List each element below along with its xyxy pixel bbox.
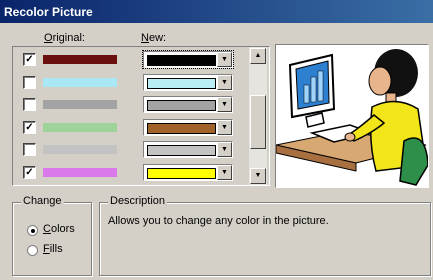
color-row: ▼ [13,94,249,116]
original-color-swatch [43,100,117,109]
recolor-checkbox[interactable]: ✓ [23,120,36,134]
change-group: Change Colors Fills [12,195,92,276]
change-legend: Change [21,195,64,207]
checkmark-icon: ✓ [25,166,34,178]
clipart-image [276,49,428,186]
color-row: ✓ ▼ [13,162,249,184]
recolor-checkbox[interactable]: ✓ [23,165,36,179]
dropdown-arrow-icon[interactable]: ▼ [217,52,232,67]
recolor-checkbox[interactable]: ✓ [23,53,36,66]
vertical-scrollbar[interactable]: ▲ ▼ [249,47,267,185]
new-color-dropdown[interactable]: ▼ [143,73,233,91]
dropdown-arrow-icon[interactable]: ▼ [217,164,232,180]
original-color-swatch [43,122,117,132]
scroll-down-button[interactable]: ▼ [250,168,266,184]
checkmark-icon: ✓ [25,121,34,133]
original-color-swatch [43,77,117,87]
window-title: Recolor Picture [4,4,93,19]
new-color-swatch [147,100,216,111]
scroll-up-button[interactable]: ▲ [250,48,266,64]
new-color-dropdown[interactable]: ▼ [143,96,233,113]
dropdown-arrow-icon[interactable]: ▼ [217,97,232,112]
color-row: ▼ [13,139,249,161]
original-color-swatch [43,145,117,154]
original-color-swatch [43,55,117,64]
new-color-swatch [147,55,216,66]
colors-radio-label[interactable]: Colors [43,223,75,235]
fills-radio-label[interactable]: Fills [43,243,63,255]
new-color-swatch [147,167,216,179]
new-color-swatch [147,77,216,89]
original-column-header: Original: [44,32,85,44]
color-list: ✓ ▼ ▼ ▼ ✓ ▼ ▼ ✓ ▼ ▲ ▼ [12,46,270,186]
description-group: Description Allows you to change any col… [99,195,431,276]
color-row: ✓ ▼ [13,117,249,139]
fills-radio[interactable] [27,245,38,256]
new-color-dropdown[interactable]: ▼ [143,141,233,158]
color-row: ▼ [13,72,249,94]
title-bar: Recolor Picture [0,0,433,23]
scroll-thumb[interactable] [250,95,266,149]
new-color-dropdown[interactable]: ▼ [143,118,233,136]
original-color-swatch [43,167,117,177]
picture-preview [275,44,429,188]
new-column-header: New: [141,32,167,44]
recolor-checkbox[interactable] [23,143,36,156]
colors-radio[interactable] [27,225,38,236]
new-color-dropdown[interactable]: ▼ [143,163,233,181]
dropdown-arrow-icon[interactable]: ▼ [217,142,232,157]
new-color-swatch [147,122,216,134]
scroll-down-icon: ▼ [254,172,262,179]
color-row: ✓ ▼ [13,49,249,71]
checkmark-icon: ✓ [25,54,34,65]
recolor-checkbox[interactable] [23,75,36,89]
description-legend: Description [108,195,168,207]
dropdown-arrow-icon[interactable]: ▼ [217,119,232,135]
scroll-up-icon: ▲ [254,52,262,59]
dropdown-arrow-icon[interactable]: ▼ [217,74,232,90]
description-text: Allows you to change any color in the pi… [108,215,329,227]
recolor-checkbox[interactable] [23,98,36,111]
new-color-dropdown[interactable]: ▼ [142,50,234,69]
new-color-swatch [147,145,216,156]
